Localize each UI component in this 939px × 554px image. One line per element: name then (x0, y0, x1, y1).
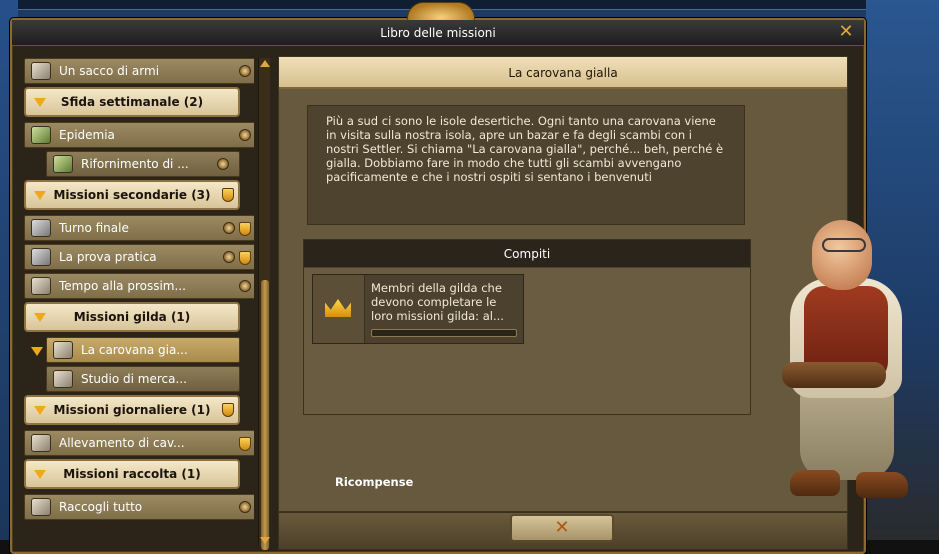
expand-triangle-icon[interactable] (31, 347, 43, 356)
tasks-section: Compiti Membri della gilda che devono co… (303, 239, 751, 415)
swords-icon (31, 248, 51, 266)
scroll-icon (31, 62, 51, 80)
category-header[interactable]: Missioni gilda (1) (24, 302, 240, 332)
mission-list-item[interactable]: La carovana gia... (31, 337, 240, 363)
mission-list-item[interactable]: Turno finale (24, 215, 254, 241)
window-title-text: Libro delle missioni (380, 26, 496, 40)
window-close-icon[interactable]: ✕ (836, 22, 856, 42)
task-progress-bar (371, 329, 517, 337)
mission-list-scrollbar[interactable] (258, 58, 270, 550)
category-label: Missioni secondarie (3) (53, 188, 211, 202)
scroll-thumb[interactable] (261, 280, 269, 550)
swords-icon (31, 219, 51, 237)
cup-icon (222, 403, 234, 417)
herb-icon (53, 155, 73, 173)
mission-list-item[interactable]: Allevamento di cav... (24, 430, 254, 456)
scroll-badge-icon (223, 251, 235, 263)
mission-list-item[interactable]: Rifornimento di ... (46, 151, 240, 177)
scroll-icon (31, 434, 51, 452)
task-card[interactable]: Membri della gilda che devono completare… (312, 274, 524, 344)
mission-label: Turno finale (59, 221, 129, 235)
mission-list: Un sacco di armi Sfida settimanale (2) Epi… (24, 56, 254, 548)
scroll-icon (31, 277, 51, 295)
herb-icon (31, 126, 51, 144)
cup-icon (239, 251, 251, 265)
book-ornament-icon (407, 2, 475, 22)
mission-label: La prova pratica (59, 250, 157, 264)
rewards-label: Ricompense (335, 475, 414, 489)
mission-label: Allevamento di cav... (59, 436, 185, 450)
category-label: Sfida settimanale (2) (60, 95, 204, 109)
expand-triangle-icon[interactable] (34, 98, 46, 107)
crown-icon (325, 299, 351, 317)
task-text: Membri della gilda che devono completare… (371, 281, 504, 323)
scroll-badge-icon (239, 65, 251, 77)
mission-label: Epidemia (59, 128, 115, 142)
mission-title: La carovana gialla (279, 57, 847, 89)
mission-description: Più a sud ci sono le isole desertiche. O… (307, 105, 745, 225)
mission-list-item[interactable]: Un sacco di armi (24, 58, 254, 84)
expand-triangle-icon[interactable] (34, 191, 46, 200)
mission-list-item[interactable]: Raccogli tutto (24, 494, 254, 520)
scroll-badge-icon (239, 280, 251, 292)
mission-label: Rifornimento di ... (81, 157, 189, 171)
category-label: Missioni raccolta (1) (63, 467, 201, 481)
mission-label: Raccogli tutto (59, 500, 143, 514)
category-header[interactable]: Sfida settimanale (2) (24, 87, 240, 117)
npc-character-illustration (760, 220, 939, 520)
category-header[interactable]: Missioni secondarie (3) (24, 180, 240, 210)
cup-icon (222, 188, 234, 202)
category-label: Missioni gilda (1) (73, 310, 191, 324)
scroll-down-arrow-icon[interactable] (260, 537, 270, 544)
scroll-up-arrow-icon[interactable] (260, 60, 270, 67)
mission-list-item[interactable]: Tempo alla prossim... (24, 273, 254, 299)
tasks-title: Compiti (304, 240, 750, 268)
mission-label: Tempo alla prossim... (59, 279, 186, 293)
scroll-icon (31, 498, 51, 516)
scroll-badge-icon (223, 222, 235, 234)
scroll-badge-icon (239, 129, 251, 141)
cup-icon (239, 437, 251, 451)
category-header[interactable]: Missioni giornaliere (1) (24, 395, 240, 425)
mission-list-item[interactable]: Epidemia (24, 122, 254, 148)
scroll-badge-icon (217, 158, 229, 170)
mission-label: La carovana gia... (81, 343, 188, 357)
mission-label: Un sacco di armi (59, 64, 160, 78)
quest-book-window: Libro delle missioni ✕ Un sacco di armi S… (10, 2, 866, 554)
mission-list-item[interactable]: Studio di merca... (46, 366, 240, 392)
window-title: Libro delle missioni ✕ (12, 20, 864, 46)
scroll-icon (53, 370, 73, 388)
cup-icon (239, 222, 251, 236)
scroll-badge-icon (239, 501, 251, 513)
category-header[interactable]: Missioni raccolta (1) (24, 459, 240, 489)
close-button[interactable]: ✕ (510, 514, 614, 542)
expand-triangle-icon[interactable] (34, 313, 46, 322)
category-label: Missioni giornaliere (1) (53, 403, 211, 417)
mission-list-item[interactable]: La prova pratica (24, 244, 254, 270)
scroll-icon (53, 341, 73, 359)
expand-triangle-icon[interactable] (34, 470, 46, 479)
expand-triangle-icon[interactable] (34, 406, 46, 415)
mission-label: Studio di merca... (81, 372, 187, 386)
task-icon-slot (313, 275, 365, 343)
